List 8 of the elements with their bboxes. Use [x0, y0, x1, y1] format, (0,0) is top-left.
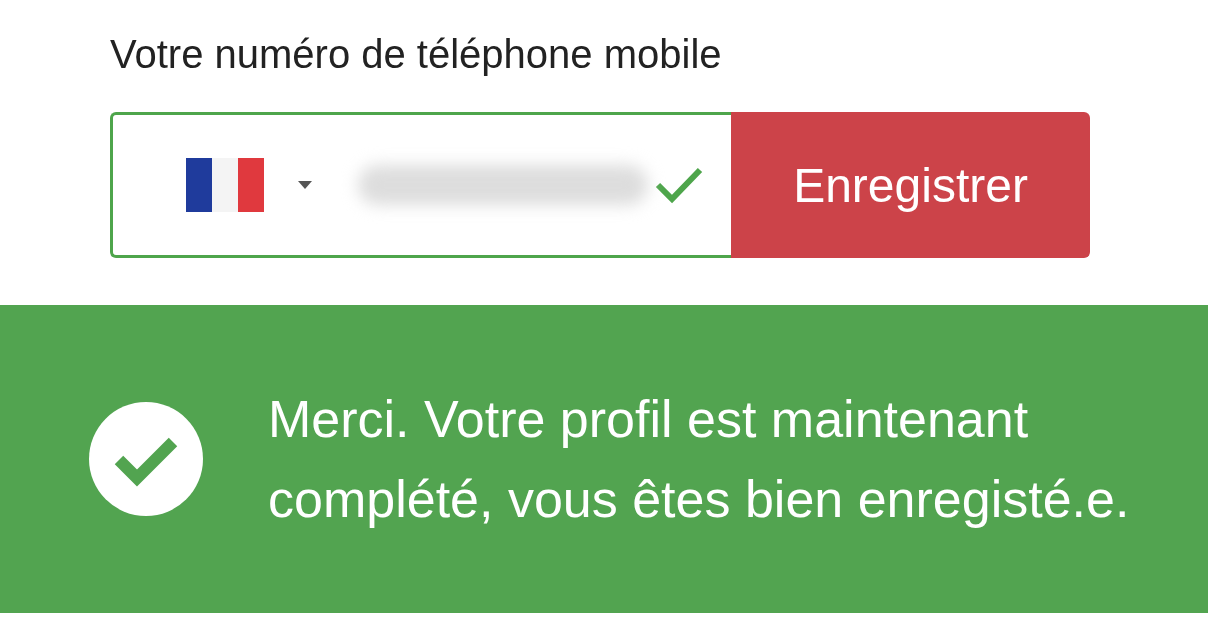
- save-button[interactable]: Enregistrer: [731, 112, 1090, 258]
- check-circle-icon: [89, 402, 203, 516]
- caret-icon[interactable]: [298, 181, 312, 189]
- flag-icon[interactable]: [186, 158, 264, 212]
- phone-input-field[interactable]: [110, 112, 731, 258]
- field-label: Votre numéro de téléphone mobile: [110, 31, 723, 78]
- check-icon: [654, 165, 704, 205]
- alert-message: Merci. Votre profil est maintenant complété, vous êtes bien enregisté.e.: [268, 389, 1131, 530]
